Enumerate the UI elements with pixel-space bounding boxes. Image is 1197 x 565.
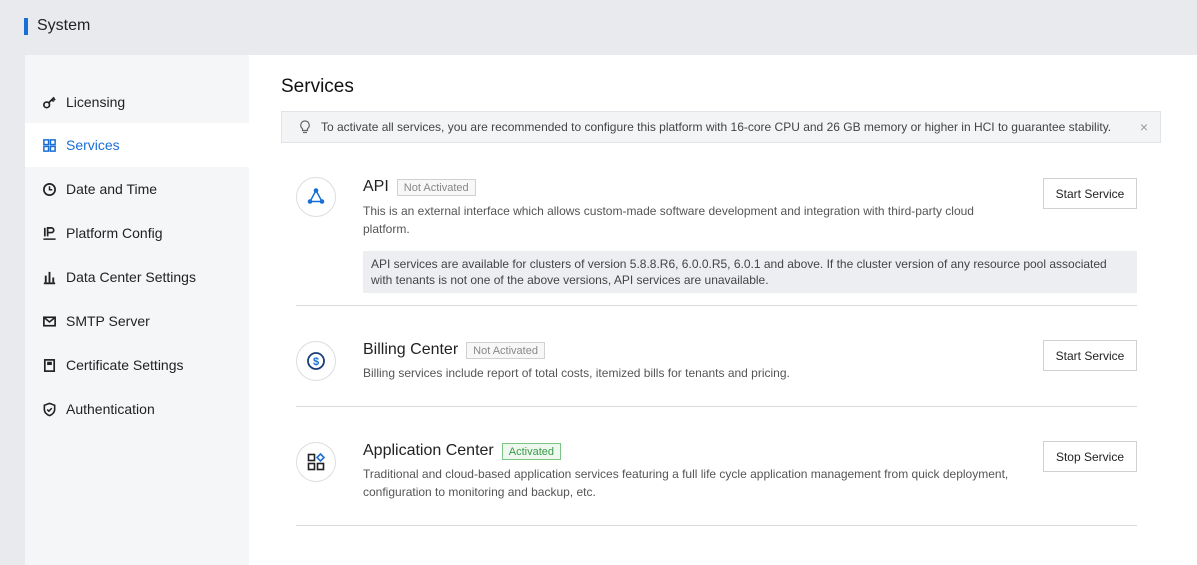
main-content: Services To activate all services, you a…: [249, 55, 1197, 565]
ip-icon: [41, 225, 57, 241]
status-badge: Activated: [501, 442, 561, 460]
sidebar-item-label: Platform Config: [66, 225, 163, 241]
notice-text: To activate all services, you are recomm…: [321, 120, 1112, 134]
api-icon: [296, 177, 336, 217]
dollar-icon: $: [296, 341, 336, 381]
sidebar: Licensing Services Date and Time Platfor…: [25, 55, 249, 565]
certificate-icon: [41, 357, 57, 373]
recommendation-notice: To activate all services, you are recomm…: [281, 111, 1161, 143]
close-icon[interactable]: ×: [1136, 119, 1152, 135]
top-bar: System: [0, 0, 1197, 54]
service-description: Traditional and cloud-based application …: [363, 467, 1009, 499]
sidebar-item-label: Licensing: [66, 94, 126, 110]
svg-text:$: $: [313, 356, 319, 368]
bar-chart-icon: [41, 269, 57, 285]
sidebar-item-services[interactable]: Services: [25, 123, 249, 167]
service-header: Application Center Activated: [363, 442, 561, 460]
title-accent-bar: [24, 18, 28, 35]
service-header: API Not Activated: [363, 178, 476, 196]
key-icon: [41, 94, 57, 110]
service-card-application-center: Application Center Activated Traditional…: [296, 407, 1137, 526]
start-service-button-billing-center[interactable]: Start Service: [1043, 340, 1137, 371]
service-card-api: API Not Activated This is an external in…: [296, 167, 1137, 306]
page-header-title: System: [37, 17, 91, 34]
service-description: This is an external interface which allo…: [363, 204, 974, 236]
sidebar-item-label: Certificate Settings: [66, 357, 184, 373]
stop-service-button-application-center[interactable]: Stop Service: [1043, 441, 1137, 472]
lightbulb-icon: [300, 120, 310, 134]
status-badge: Not Activated: [466, 341, 545, 359]
service-name: Billing Center: [363, 341, 459, 358]
service-description: Billing services include report of total…: [363, 366, 790, 380]
grid-icon: [41, 137, 57, 153]
sidebar-item-label: Date and Time: [66, 181, 158, 197]
sidebar-item-certificate-settings[interactable]: Certificate Settings: [25, 343, 249, 387]
sidebar-item-authentication[interactable]: Authentication: [25, 387, 249, 431]
service-name: API: [363, 178, 389, 195]
start-service-button-api[interactable]: Start Service: [1043, 178, 1137, 209]
mail-icon: [41, 313, 57, 329]
service-note: API services are available for clusters …: [363, 251, 1137, 293]
sidebar-item-label: Authentication: [66, 401, 155, 417]
sidebar-item-date-and-time[interactable]: Date and Time: [25, 167, 249, 211]
service-header: Billing Center Not Activated: [363, 341, 545, 359]
page-title: Services: [281, 76, 354, 97]
shield-icon: [41, 401, 57, 417]
status-badge: Not Activated: [396, 178, 476, 196]
service-name: Application Center: [363, 442, 494, 459]
sidebar-item-label: Data Center Settings: [66, 269, 196, 285]
sidebar-item-smtp-server[interactable]: SMTP Server: [25, 299, 249, 343]
sidebar-item-label: SMTP Server: [66, 313, 150, 329]
clock-icon: [41, 181, 57, 197]
sidebar-item-licensing[interactable]: Licensing: [25, 80, 249, 124]
service-card-billing-center: $ Billing Center Not Activated Billing s…: [296, 306, 1137, 407]
apps-icon: [296, 442, 336, 482]
sidebar-item-data-center-settings[interactable]: Data Center Settings: [25, 255, 249, 299]
sidebar-item-platform-config[interactable]: Platform Config: [25, 211, 249, 255]
sidebar-item-label: Services: [66, 137, 120, 153]
